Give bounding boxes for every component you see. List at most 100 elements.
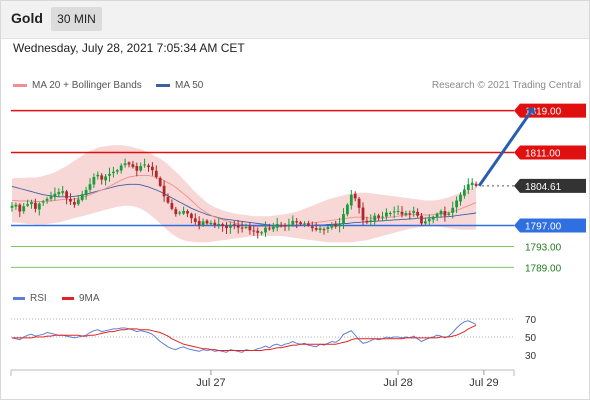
candle-body bbox=[439, 210, 443, 215]
candle-body bbox=[108, 173, 111, 176]
candle-body bbox=[112, 171, 115, 174]
candle-body bbox=[57, 192, 61, 195]
candle-body bbox=[213, 222, 217, 226]
candle-body bbox=[470, 182, 474, 186]
candle-body bbox=[174, 209, 178, 215]
candle-body bbox=[295, 221, 299, 223]
candle-body bbox=[455, 200, 458, 208]
candle-body bbox=[80, 194, 84, 201]
candle-body bbox=[307, 223, 310, 226]
candle-body bbox=[248, 226, 252, 231]
candle-body bbox=[190, 213, 193, 219]
candle-body bbox=[330, 225, 334, 228]
candle-body bbox=[30, 202, 33, 205]
candle-body bbox=[147, 165, 150, 168]
candle-body bbox=[447, 213, 451, 215]
candle-body bbox=[365, 220, 369, 223]
rsi-line bbox=[11, 320, 477, 353]
candle-body bbox=[92, 176, 96, 185]
candle-body bbox=[416, 211, 419, 216]
level-label-1789.00: 1789.00 bbox=[525, 263, 562, 274]
candle-body bbox=[299, 222, 302, 224]
candle-body bbox=[443, 211, 447, 216]
candle-body bbox=[61, 191, 65, 193]
candle-body bbox=[385, 212, 388, 217]
price-chart[interactable]: 1819.001811.001804.611797.001793.001789.… bbox=[0, 0, 590, 400]
candle-body bbox=[256, 230, 260, 233]
candle-body bbox=[466, 184, 470, 190]
rsi-tick-label: 50 bbox=[525, 333, 537, 344]
candle-body bbox=[377, 215, 380, 218]
candle-body bbox=[381, 216, 384, 218]
candle-body bbox=[338, 223, 341, 227]
candle-body bbox=[186, 211, 189, 214]
candle-body bbox=[459, 194, 462, 202]
candle-body bbox=[217, 223, 221, 225]
candle-body bbox=[240, 227, 244, 229]
candle-body bbox=[435, 213, 439, 217]
candle-body bbox=[182, 210, 185, 214]
candle-body bbox=[314, 228, 318, 230]
candle-body bbox=[271, 226, 275, 230]
candle-body bbox=[252, 230, 256, 232]
candle-body bbox=[96, 174, 100, 177]
candle-body bbox=[334, 224, 338, 227]
candle-body bbox=[342, 214, 345, 224]
candle-body bbox=[178, 212, 182, 214]
candle-body bbox=[139, 166, 143, 171]
candle-body bbox=[49, 196, 53, 199]
x-tick-label: Jul 29 bbox=[469, 377, 498, 389]
candle-body bbox=[291, 220, 295, 225]
candle-body bbox=[318, 228, 322, 230]
candle-body bbox=[326, 227, 330, 229]
candle-body bbox=[310, 226, 314, 229]
candle-body bbox=[283, 225, 287, 227]
candle-body bbox=[264, 227, 267, 233]
rsi-tick-label: 70 bbox=[525, 315, 537, 326]
candle-body bbox=[166, 197, 170, 203]
candle-body bbox=[84, 190, 88, 196]
level-label-1811.00: 1811.00 bbox=[525, 148, 561, 159]
candle-body bbox=[431, 216, 435, 220]
candle-body bbox=[451, 207, 455, 213]
candle-body bbox=[474, 183, 478, 186]
candle-body bbox=[303, 223, 306, 225]
candle-body bbox=[236, 225, 240, 228]
candle-body bbox=[170, 203, 174, 209]
candle-body bbox=[41, 201, 45, 203]
candle-body bbox=[400, 211, 404, 215]
bollinger-band bbox=[12, 145, 477, 243]
candle-body bbox=[361, 207, 365, 221]
candle-body bbox=[279, 224, 283, 226]
candle-body bbox=[322, 229, 326, 231]
candle-body bbox=[115, 170, 119, 172]
candle-body bbox=[225, 225, 228, 229]
candle-body bbox=[424, 221, 427, 224]
candle-body bbox=[135, 166, 139, 171]
candle-body bbox=[10, 205, 14, 208]
candle-body bbox=[229, 225, 232, 228]
candle-body bbox=[463, 189, 466, 196]
candle-body bbox=[373, 215, 377, 221]
level-label-1793.00: 1793.00 bbox=[525, 242, 562, 253]
candle-body bbox=[201, 221, 205, 226]
candle-body bbox=[53, 193, 57, 197]
candle-body bbox=[388, 213, 392, 215]
candle-body bbox=[143, 164, 146, 166]
candle-body bbox=[420, 215, 423, 224]
candle-body bbox=[346, 204, 349, 215]
candle-body bbox=[408, 213, 412, 215]
rsi-tick-label: 30 bbox=[525, 351, 537, 362]
candle-body bbox=[209, 222, 213, 225]
candle-body bbox=[197, 221, 201, 226]
candle-body bbox=[221, 224, 224, 227]
candle-body bbox=[427, 218, 431, 222]
candle-body bbox=[260, 232, 263, 234]
candle-body bbox=[76, 199, 80, 205]
rsi-ma-line bbox=[12, 324, 477, 351]
candle-body bbox=[73, 202, 76, 205]
candle-body bbox=[69, 198, 72, 202]
candle-body bbox=[127, 162, 131, 165]
candle-body bbox=[232, 224, 236, 226]
candle-body bbox=[14, 204, 18, 207]
